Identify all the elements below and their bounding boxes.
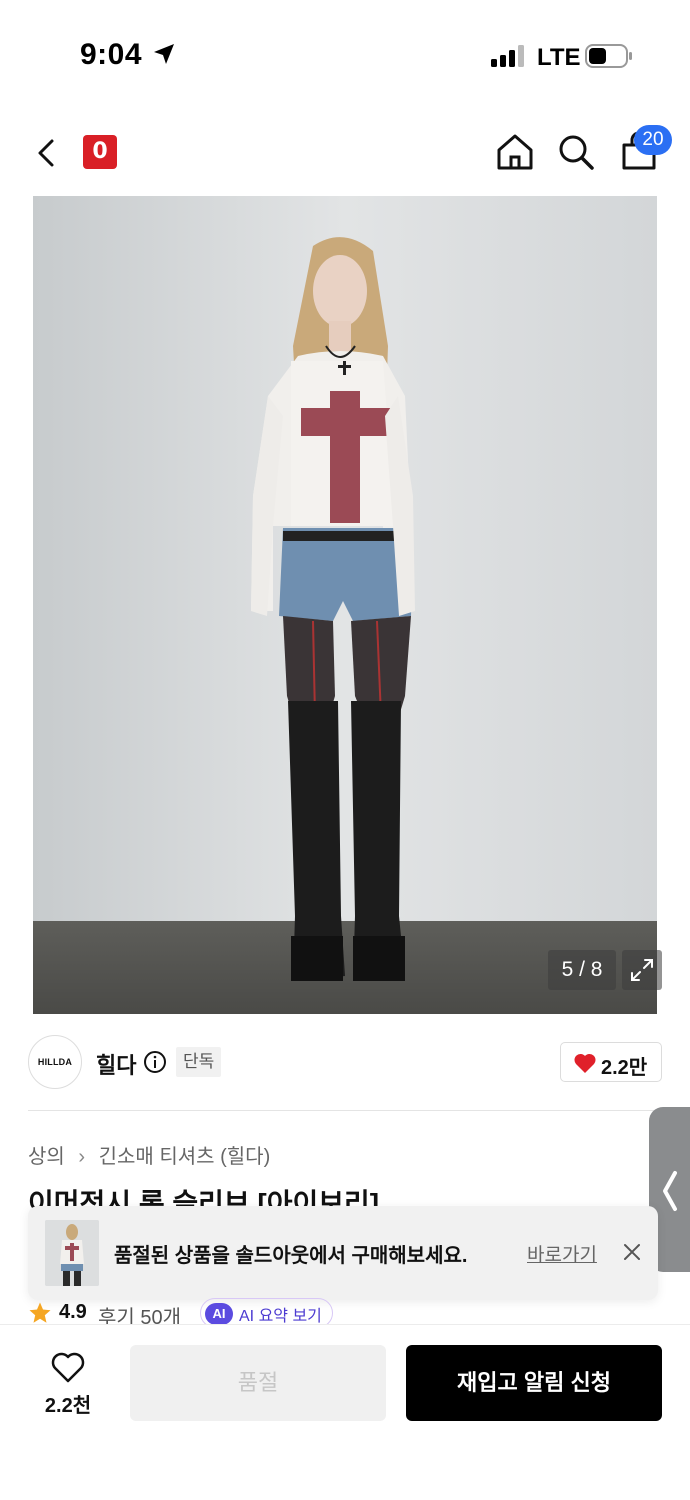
breadcrumb-category[interactable]: 상의	[28, 1140, 65, 1169]
chevron-right-icon: ›	[78, 1146, 86, 1168]
banner-thumbnail	[45, 1220, 99, 1286]
brand-like-count: 2.2만	[601, 1057, 648, 1079]
breadcrumb: 상의 › 긴소매 티셔츠 (힐다)	[28, 1140, 270, 1169]
banner-go-link[interactable]: 바로가기	[527, 1240, 597, 1267]
breadcrumb-subcategory[interactable]: 긴소매 티셔츠 (힐다)	[99, 1140, 271, 1169]
carrier-label: LTE	[537, 44, 581, 71]
divider	[28, 1110, 662, 1111]
signal-icon	[491, 45, 524, 67]
chevron-left-icon	[663, 1171, 677, 1211]
search-icon[interactable]	[555, 131, 597, 173]
product-image[interactable]	[33, 196, 657, 1014]
expand-icon[interactable]	[622, 950, 662, 990]
heart-outline-icon	[51, 1352, 85, 1383]
image-counter: 5 / 8	[548, 950, 616, 990]
ai-badge: AI	[205, 1303, 233, 1325]
soldout-banner[interactable]: 품절된 상품을 솔드아웃에서 구매해보세요. 바로가기	[28, 1206, 658, 1300]
bottom-action-bar: 2.2천 품절 재입고 알림 신청	[0, 1325, 690, 1500]
ai-summary-label: AI 요약 보기	[239, 1308, 322, 1325]
home-icon[interactable]	[494, 131, 536, 173]
banner-message: 품절된 상품을 솔드아웃에서 구매해보세요.	[114, 1245, 468, 1267]
musinsa-logo[interactable]: 0	[83, 135, 117, 169]
back-icon[interactable]	[30, 133, 64, 173]
close-icon[interactable]	[622, 1242, 642, 1262]
heart-filled-icon	[574, 1053, 596, 1073]
cart-count-badge: 20	[634, 125, 672, 155]
top-nav: 0	[0, 115, 690, 190]
brand-like-button[interactable]: 2.2만	[560, 1042, 662, 1082]
product-title: 이머전시 롱 슬리브 [아이보리]	[28, 1188, 380, 1208]
soldout-button[interactable]: 품절	[130, 1345, 386, 1421]
status-bar: 9:04 LTE	[0, 0, 690, 110]
star-icon	[29, 1302, 51, 1323]
info-icon[interactable]	[143, 1050, 167, 1074]
battery-icon	[585, 44, 632, 68]
wishlist-count: 2.2천	[44, 1395, 92, 1417]
rating-score: 4.9	[59, 1301, 87, 1323]
exclusive-badge: 단독	[176, 1047, 222, 1077]
wishlist-button[interactable]: 2.2천	[28, 1347, 108, 1427]
brand-name[interactable]: 힐다	[96, 1048, 136, 1080]
location-arrow-icon	[154, 44, 174, 64]
brand-row: HILLDA 힐다 단독 2.2만	[0, 1030, 690, 1094]
brand-avatar[interactable]: HILLDA	[28, 1035, 82, 1089]
status-time: 9:04	[80, 38, 143, 71]
restock-alert-button[interactable]: 재입고 알림 신청	[406, 1345, 662, 1421]
